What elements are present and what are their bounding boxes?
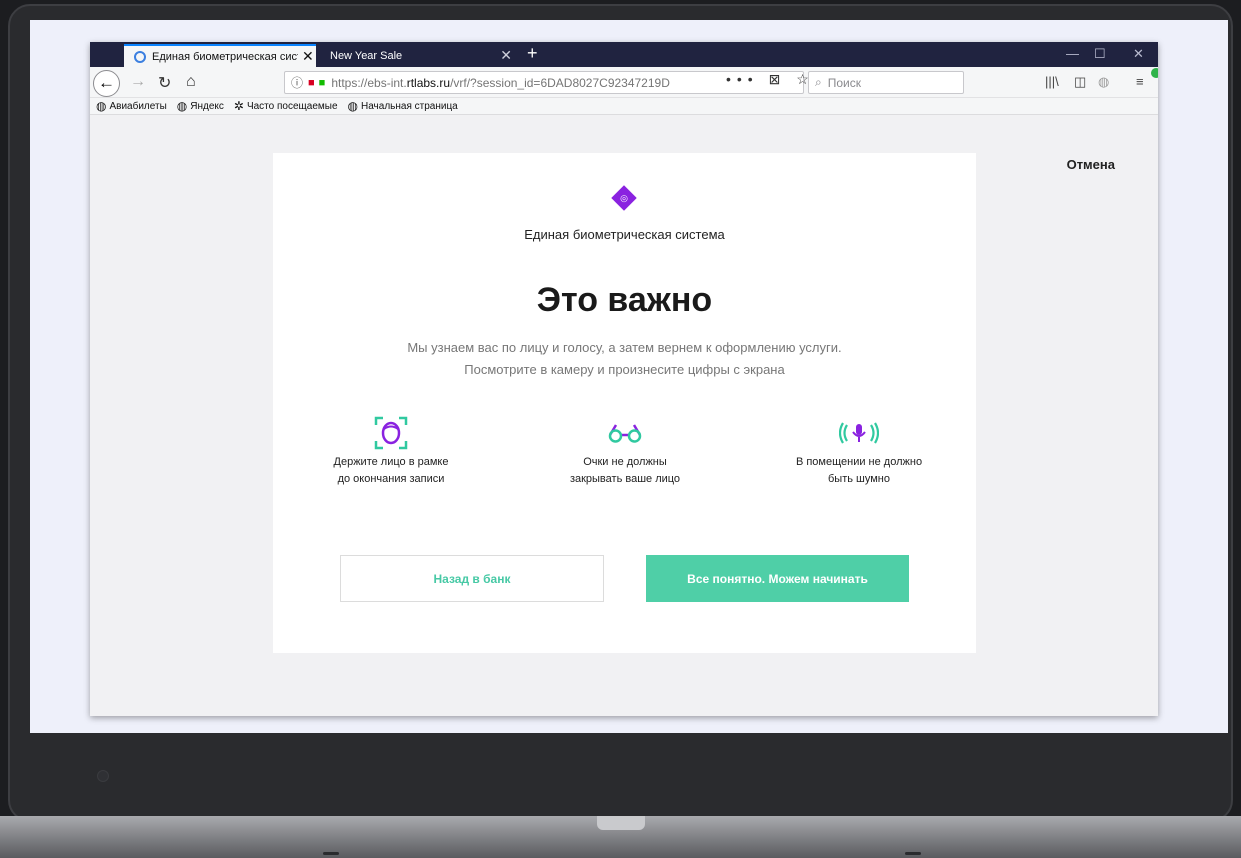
tab-title: New Year Sale: [330, 49, 403, 62]
sidebar-icon[interactable]: ◫: [1074, 74, 1086, 90]
globe-icon[interactable]: ◍: [1098, 74, 1109, 90]
microphone-icon: [839, 422, 879, 444]
close-window-icon[interactable]: ✕: [1133, 46, 1144, 62]
globe-icon: ◍: [347, 99, 358, 113]
info-icon[interactable]: ⓘ: [291, 74, 303, 91]
library-icon[interactable]: |||\: [1045, 74, 1059, 89]
biometric-logo-icon: ◎: [611, 185, 637, 211]
page-actions-icon[interactable]: ••• ⊠ ☆: [726, 71, 815, 88]
browser-window: Единая биометрическая систе ✕ New Year S…: [90, 42, 1158, 716]
gear-icon: ✲: [233, 99, 244, 113]
tab-bar: Единая биометрическая систе ✕ New Year S…: [90, 42, 1158, 67]
tip-glasses: Очки не должны закрывать ваше лицо: [525, 415, 725, 488]
loading-icon: [134, 50, 146, 63]
tab-inactive[interactable]: New Year Sale ✕: [322, 44, 522, 67]
search-icon: ⌕: [815, 75, 822, 89]
lock-icon[interactable]: ■: [319, 77, 326, 89]
tab-active[interactable]: Единая биометрическая систе ✕: [124, 44, 316, 67]
camera-permission-icon[interactable]: ■: [308, 77, 315, 89]
tip-face-frame: Держите лицо в рамке до окончания записи: [291, 415, 491, 488]
close-tab-icon[interactable]: ✕: [500, 47, 512, 64]
reload-icon[interactable]: ↻: [158, 73, 171, 93]
globe-icon: ◍: [96, 99, 107, 113]
glasses-icon: [608, 424, 642, 443]
laptop-notch: [597, 816, 645, 830]
cancel-link[interactable]: Отмена: [1067, 157, 1115, 172]
search-input[interactable]: ⌕ Поиск: [808, 71, 964, 94]
back-to-bank-button[interactable]: Назад в банк: [340, 555, 604, 602]
minimize-icon[interactable]: —: [1066, 46, 1079, 61]
close-tab-icon[interactable]: ✕: [302, 48, 314, 65]
new-tab-icon[interactable]: +: [527, 43, 538, 64]
tab-title: Единая биометрическая систе: [152, 50, 298, 63]
globe-icon: ◍: [176, 99, 188, 113]
nav-bar: ← → ↻ ⌂ ⓘ ■ ■ https://ebs-int.rtlabs.ru/…: [90, 67, 1158, 98]
face-frame-icon: [374, 416, 408, 450]
update-badge-icon: [1151, 68, 1158, 78]
home-icon[interactable]: ⌂: [186, 73, 196, 91]
search-placeholder: Поиск: [827, 75, 861, 90]
laptop-foot: [323, 852, 339, 855]
menu-icon[interactable]: ≡: [1136, 74, 1144, 89]
bookmarks-bar: ◍ Авиабилеты ◍ Яндекс ✲ Часто посещаемые ◍ Н…: [90, 98, 1158, 115]
url-text: https://ebs-int.rtlabs.ru/vrf/?session_i…: [331, 75, 670, 90]
webcam: [97, 770, 109, 782]
bookmark-item[interactable]: ◍ Авиабилеты: [96, 99, 167, 113]
start-button[interactable]: Все понятно. Можем начинать: [646, 555, 909, 602]
back-arrow-icon[interactable]: ←: [93, 70, 120, 97]
page-content: Отмена ◎ Единая биометрическая система Э…: [90, 116, 1158, 716]
maximize-icon[interactable]: ☐: [1094, 46, 1106, 62]
forward-arrow-icon[interactable]: →: [130, 73, 146, 91]
bookmark-item[interactable]: ◍ Начальная страница: [348, 99, 458, 113]
info-card: ◎ Единая биометрическая система Это важн…: [273, 153, 976, 653]
laptop-foot: [905, 852, 921, 855]
page-subtitle: Мы узнаем вас по лицу и голосу, а затем …: [407, 340, 842, 377]
page-title: Это важно: [536, 281, 713, 319]
bookmark-item[interactable]: ✲ Часто посещаемые: [234, 99, 338, 113]
tip-noise: В помещении не должно быть шумно: [759, 415, 959, 488]
bookmark-item[interactable]: ◍ Яндекс: [177, 99, 224, 113]
system-name: Единая биометрическая система: [524, 227, 725, 242]
